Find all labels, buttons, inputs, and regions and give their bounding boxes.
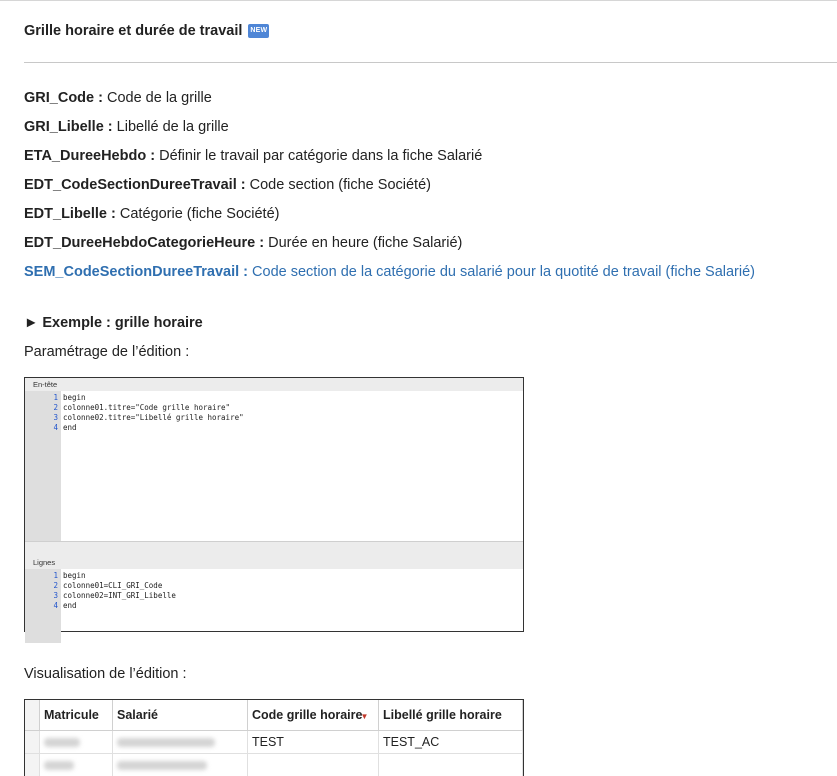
definition-eta-dureehebdo: ETA_DureeHebdo : Définir le travail par … [24,142,755,171]
editor-screenshot: En-tête 1 2 3 4 begin colonne01.titre="C… [24,377,524,632]
definition-gri-code: GRI_Code : Code de la grille [24,84,755,113]
lines-code-pane: 1 2 3 4 begin colonne01=CLI_GRI_Code col… [25,569,523,643]
section-title: Grille horaire et durée de travail [24,23,242,39]
definition-gri-libelle: GRI_Libelle : Libellé de la grille [24,113,755,142]
row-selector[interactable] [25,731,40,754]
code-line: end [63,423,523,433]
header-code: begin colonne01.titre="Code grille horai… [61,391,523,541]
blurred-value [44,738,80,747]
pane-separator [25,541,523,556]
grid-header-row: Matricule Salarié Code grille horaire▼ L… [25,700,523,731]
definition-edt-codesection: EDT_CodeSectionDureeTravail : Code secti… [24,171,755,200]
divider [24,62,837,63]
blurred-value [117,738,215,747]
lines-pane-title: Lignes [25,556,523,569]
definition-edt-libelle: EDT_Libelle : Catégorie (fiche Société) [24,200,755,229]
new-badge-icon: NEW [248,24,269,38]
row-selector[interactable] [25,754,40,776]
libelle-grille-cell: TEST_AC [379,731,523,754]
blurred-value [117,761,207,770]
lines-code: begin colonne01=CLI_GRI_Code colonne02=I… [61,569,523,643]
line-number-gutter: 1 2 3 4 [25,569,61,643]
table-row[interactable]: TEST TEST_AC [25,731,523,754]
column-header-code-grille[interactable]: Code grille horaire▼ [248,700,379,731]
salarie-cell [113,754,248,776]
column-header-libelle-grille[interactable]: Libellé grille horaire [379,700,523,731]
code-grille-cell: TEST [248,731,379,754]
code-line: colonne02=INT_GRI_Libelle [63,591,523,601]
table-row[interactable] [25,754,523,776]
row-selector-header [25,700,40,731]
blurred-value [44,761,74,770]
code-line: end [63,601,523,611]
matricule-cell [40,731,113,754]
matricule-cell [40,754,113,776]
code-line: begin [63,571,523,581]
code-line: begin [63,393,523,403]
column-header-salarie[interactable]: Salarié [113,700,248,731]
code-grille-cell [248,754,379,776]
section-title-row: Grille horaire et durée de travail NEW [24,23,269,39]
code-line: colonne02.titre="Libellé grille horaire" [63,413,523,423]
salarie-cell [113,731,248,754]
column-header-matricule[interactable]: Matricule [40,700,113,731]
param-label: Paramétrage de l’édition : [24,344,189,360]
line-number-gutter: 1 2 3 4 [25,391,61,541]
definitions-list: GRI_Code : Code de la grille GRI_Libelle… [24,84,755,287]
code-line: colonne01.titre="Code grille horaire" [63,403,523,413]
header-code-pane: 1 2 3 4 begin colonne01.titre="Code gril… [25,391,523,541]
code-line: colonne01=CLI_GRI_Code [63,581,523,591]
sort-arrow-icon[interactable]: ▼ [360,712,368,721]
document-page: Grille horaire et durée de travail NEW G… [0,0,837,775]
example-title: ► Exemple : grille horaire [24,315,203,331]
visu-label: Visualisation de l’édition : [24,666,187,682]
definition-sem-codesection-link[interactable]: SEM_CodeSectionDureeTravail : Code secti… [24,258,755,287]
definition-edt-dureehebdo-heure: EDT_DureeHebdoCategorieHeure : Durée en … [24,229,755,258]
libelle-grille-cell [379,754,523,776]
header-pane-title: En-tête [25,378,523,391]
result-grid: Matricule Salarié Code grille horaire▼ L… [24,699,524,776]
